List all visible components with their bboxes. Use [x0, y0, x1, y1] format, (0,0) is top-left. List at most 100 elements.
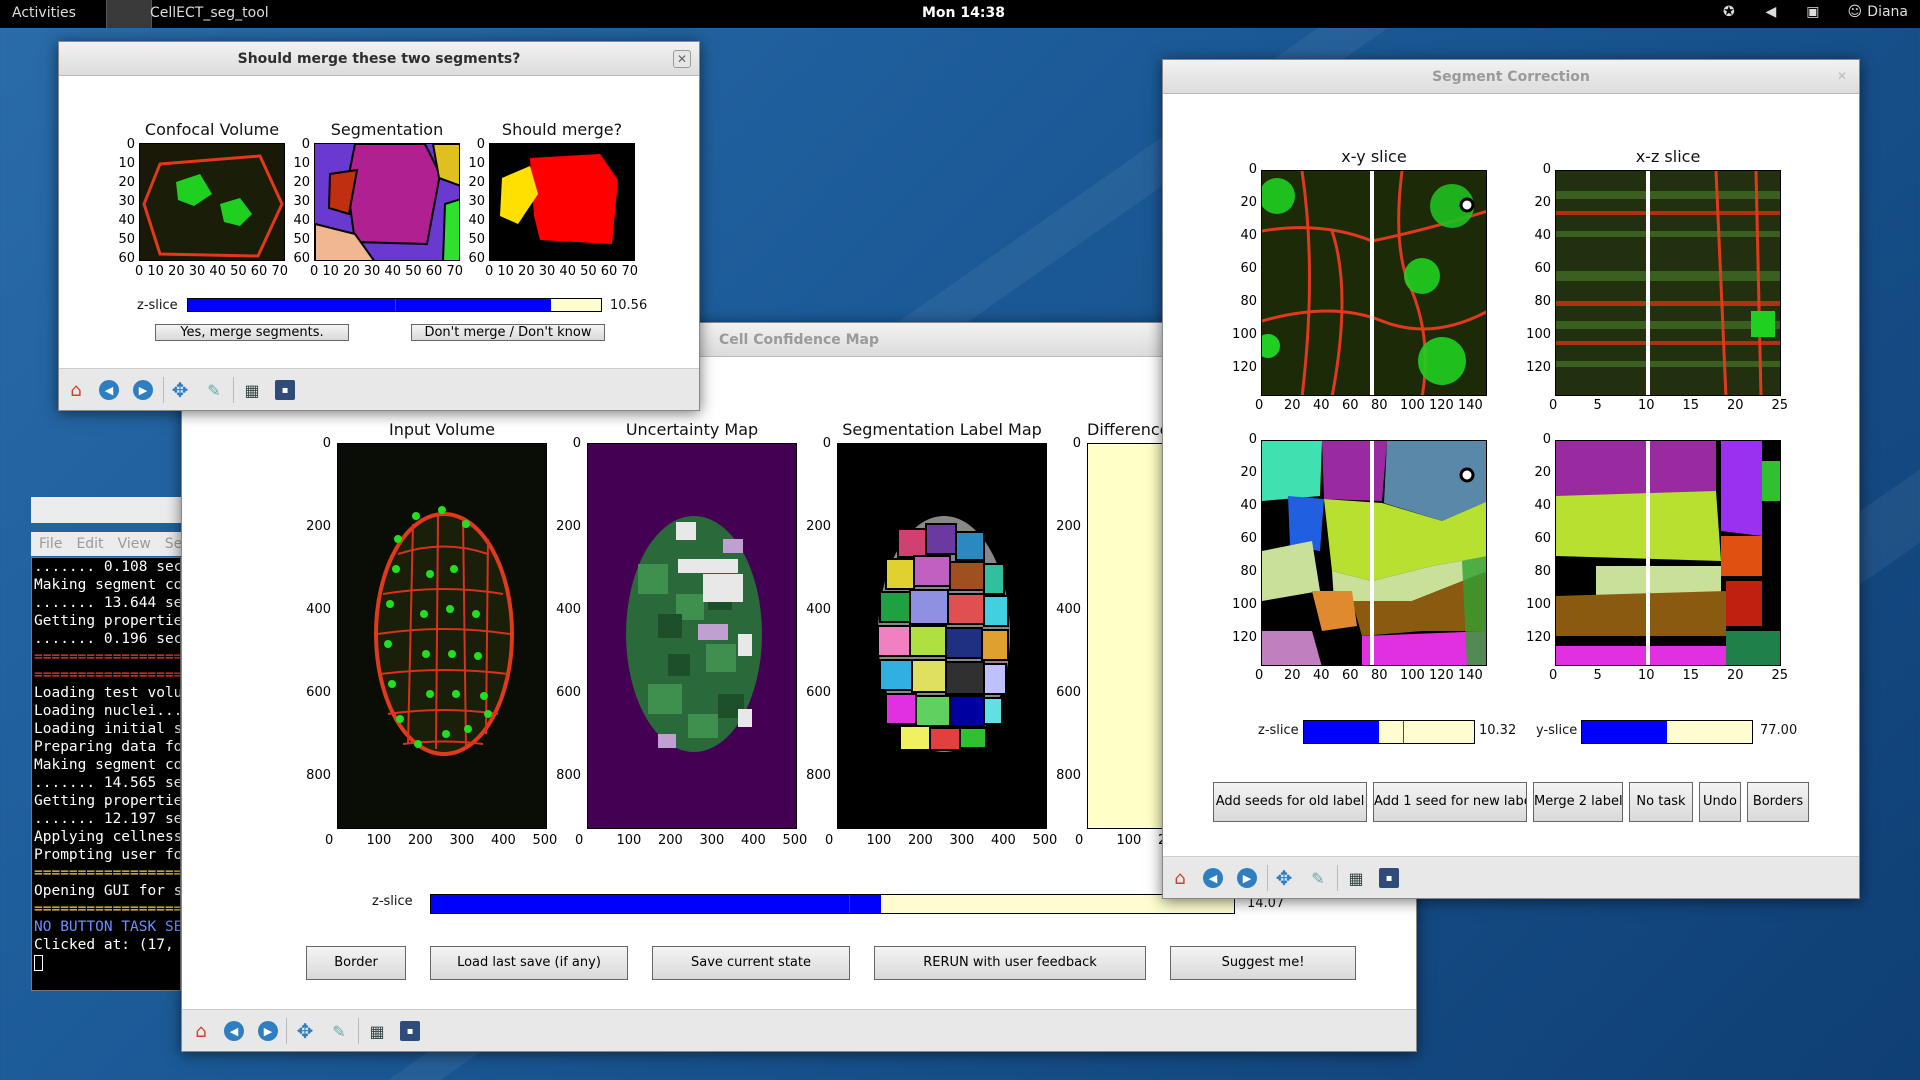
back-icon[interactable]: ◀	[224, 1021, 244, 1041]
configure-subplots-icon[interactable]: ▦	[241, 379, 263, 401]
clock[interactable]: Mon 14:38	[922, 5, 1005, 21]
axis-tick-label: 20	[1727, 668, 1744, 683]
uncertainty-map-image[interactable]	[587, 443, 797, 829]
axis-tick-label: 500	[532, 833, 558, 848]
axis-tick-label: 80	[1534, 294, 1551, 309]
menu-search[interactable]: Se	[165, 532, 183, 556]
merge-labels-button[interactable]: Merge 2 labels	[1533, 782, 1623, 822]
configure-subplots-icon[interactable]: ▦	[1345, 867, 1367, 889]
zoom-icon[interactable]: ✎	[1307, 867, 1329, 889]
pan-icon[interactable]: ✥	[294, 1019, 316, 1043]
activities-button[interactable]: Activities	[12, 5, 76, 21]
network-icon[interactable]: ▣	[1805, 4, 1821, 20]
window-title[interactable]: Should merge these two segments? ✕	[59, 42, 699, 76]
back-icon[interactable]: ◀	[99, 380, 119, 400]
plot-title: Segmentation Label Map	[842, 420, 1042, 439]
matplotlib-toolbar: ⌂ ◀ ▶ ✥ ✎ ▦ ▪	[59, 368, 699, 410]
save-current-state-button[interactable]: Save current state	[652, 946, 850, 980]
load-last-save-button[interactable]: Load last save (if any)	[430, 946, 628, 980]
axis-tick-label: 15	[1682, 398, 1700, 413]
add-seeds-old-label-button[interactable]: Add seeds for old label	[1213, 782, 1367, 822]
yes-merge-button[interactable]: Yes, merge segments.	[155, 324, 349, 341]
forward-icon[interactable]: ▶	[258, 1021, 278, 1041]
axis-tick-label: 80	[1371, 398, 1388, 413]
pan-icon[interactable]: ✥	[169, 378, 191, 402]
save-icon[interactable]: ▪	[1379, 868, 1399, 888]
segmentation-image[interactable]	[314, 143, 460, 261]
xy-label-image[interactable]	[1261, 440, 1487, 666]
rerun-button[interactable]: RERUN with user feedback	[874, 946, 1146, 980]
yslice-label: y-slice	[1536, 723, 1578, 738]
toolbar-separator	[1337, 865, 1338, 891]
menu-view[interactable]: View	[118, 532, 151, 556]
axis-tick-label: 0 10 20 30 40 50 60 70	[310, 264, 463, 279]
axis-tick-label: 0	[1549, 398, 1558, 413]
zslice-label: z-slice	[372, 894, 413, 909]
accessibility-icon[interactable]: ✪	[1721, 4, 1737, 20]
confocal-volume-image[interactable]	[139, 143, 285, 261]
add-seed-new-label-button[interactable]: Add 1 seed for new label	[1373, 782, 1527, 822]
toolbar-separator	[286, 1018, 287, 1044]
back-icon[interactable]: ◀	[1203, 868, 1223, 888]
save-icon[interactable]: ▪	[400, 1021, 420, 1041]
home-icon[interactable]: ⌂	[190, 1020, 212, 1042]
segmentation-label-map-image[interactable]	[837, 443, 1047, 829]
axis-tick-label: 0 10 20 30 40 50 60 70	[485, 264, 638, 279]
configure-subplots-icon[interactable]: ▦	[366, 1020, 388, 1042]
terminal-line: Loading nuclei...	[34, 703, 181, 719]
axis-tick-label: 40	[1240, 228, 1257, 243]
close-icon[interactable]: ✕	[673, 50, 691, 68]
yslice-slider[interactable]	[1581, 720, 1753, 744]
close-icon[interactable]: ✕	[1833, 68, 1851, 86]
zslice-slider[interactable]	[430, 894, 1235, 914]
xz-slice-image[interactable]	[1555, 170, 1781, 396]
axis-tick-label: 800	[806, 768, 831, 783]
borders-button[interactable]: Borders	[1747, 782, 1809, 822]
axis-tick-label: 400	[1056, 602, 1081, 617]
zslice-slider[interactable]	[1303, 720, 1475, 744]
terminal-titlebar[interactable]	[31, 497, 181, 523]
forward-icon[interactable]: ▶	[1237, 868, 1257, 888]
axis-tick-label: 40	[1534, 498, 1551, 513]
zslice-slider[interactable]	[187, 298, 602, 312]
home-icon[interactable]: ⌂	[65, 379, 87, 401]
dont-merge-button[interactable]: Don't merge / Don't know	[411, 324, 605, 341]
zoom-icon[interactable]: ✎	[328, 1020, 350, 1042]
app-icon[interactable]	[106, 0, 152, 28]
zslice-label: z-slice	[1258, 723, 1299, 738]
terminal-output[interactable]: ....... 0.108 sec Making segment co......…	[31, 557, 181, 991]
menu-edit[interactable]: Edit	[76, 532, 103, 556]
axis-tick-label: 0	[1248, 432, 1257, 447]
undo-button[interactable]: Undo	[1699, 782, 1741, 822]
axis-tick-label: 20	[118, 175, 135, 190]
home-icon[interactable]: ⌂	[1169, 867, 1191, 889]
forward-icon[interactable]: ▶	[133, 380, 153, 400]
menu-file[interactable]: File	[39, 532, 62, 556]
input-volume-image[interactable]	[337, 443, 547, 829]
should-merge-image[interactable]	[489, 143, 635, 261]
pan-icon[interactable]: ✥	[1273, 866, 1295, 890]
axis-tick-label: 20	[1284, 398, 1301, 413]
user-menu[interactable]: ☺ Diana	[1847, 4, 1908, 20]
toolbar-separator	[358, 1018, 359, 1044]
no-task-button[interactable]: No task	[1629, 782, 1693, 822]
volume-icon[interactable]: ◀	[1763, 4, 1779, 20]
app-menu[interactable]: CellECT_seg_tool	[150, 5, 269, 21]
axis-tick-label: 60	[1534, 261, 1551, 276]
axis-tick-label: 5	[1593, 398, 1602, 413]
axis-tick-label: 500	[1032, 833, 1058, 848]
axis-tick-label: 5	[1593, 668, 1602, 683]
toolbar-separator	[1267, 865, 1268, 891]
merge-regions	[500, 154, 618, 244]
axis-tick-label: 30	[118, 194, 135, 209]
axis-tick-label: 200	[908, 833, 933, 848]
window-title[interactable]: Segment Correction ✕	[1163, 60, 1859, 94]
xz-label-image[interactable]	[1555, 440, 1781, 666]
suggest-me-button[interactable]: Suggest me!	[1170, 946, 1356, 980]
xy-slice-image[interactable]	[1261, 170, 1487, 396]
save-icon[interactable]: ▪	[275, 380, 295, 400]
border-button[interactable]: Border	[306, 946, 406, 980]
axis-tick-label: 60	[1342, 398, 1359, 413]
axis-tick-label: 0	[1075, 833, 1084, 848]
zoom-icon[interactable]: ✎	[203, 379, 225, 401]
